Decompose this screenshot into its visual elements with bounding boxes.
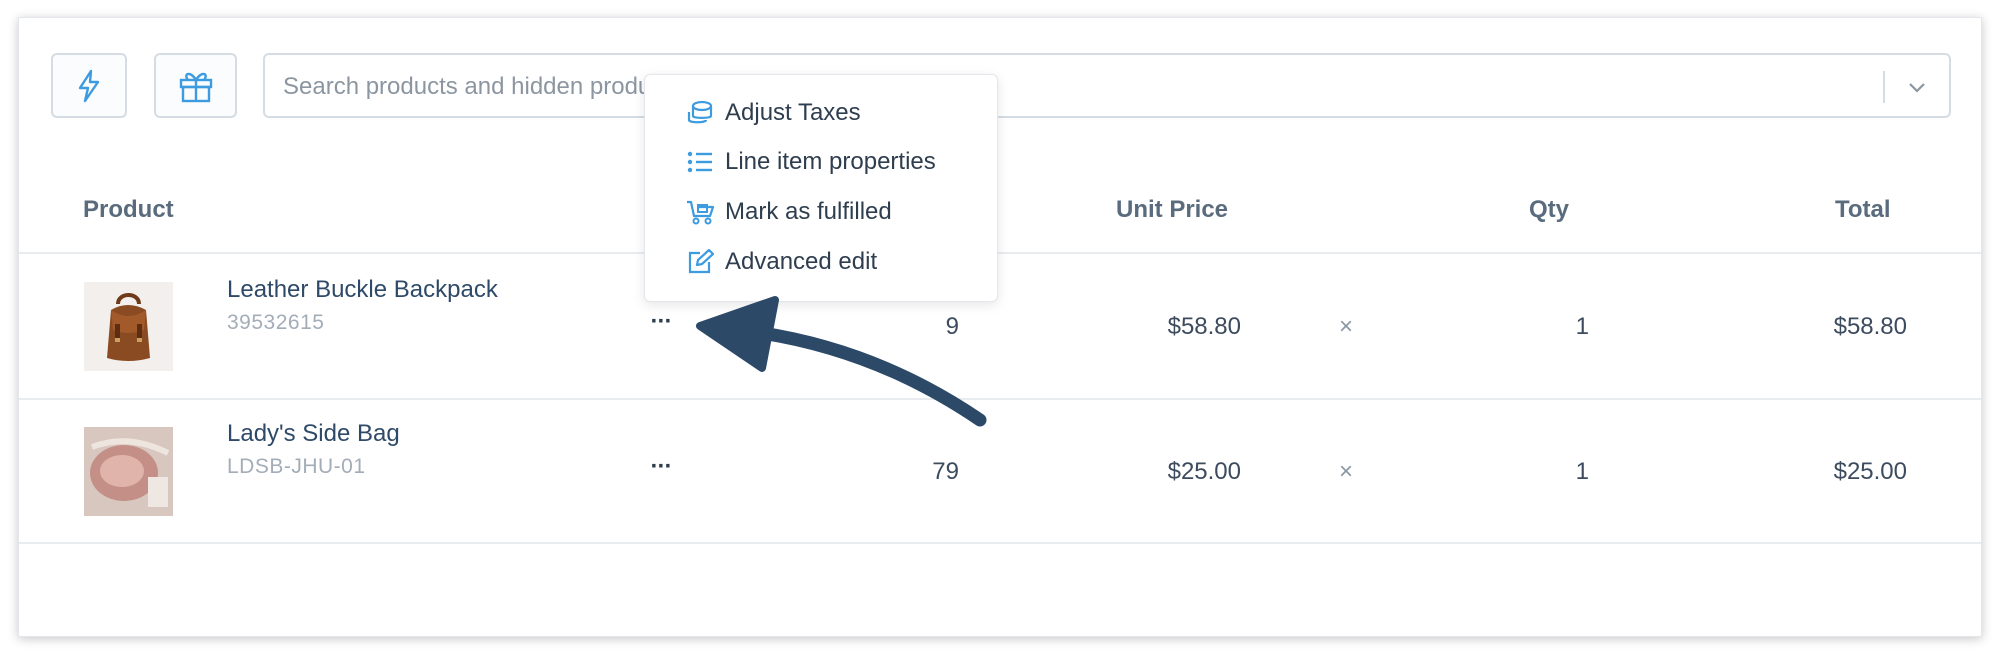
product-thumbnail[interactable] bbox=[84, 427, 173, 516]
product-sku: 39532615 bbox=[227, 311, 325, 334]
multiply-sign: × bbox=[1339, 313, 1354, 340]
product-name-link[interactable]: Lady's Side Bag bbox=[227, 420, 400, 448]
menu-item-label: Adjust Taxes bbox=[725, 99, 861, 126]
column-header-unit-price: Unit Price bbox=[1116, 196, 1229, 223]
coins-icon bbox=[687, 100, 713, 124]
line-total: $25.00 bbox=[1833, 458, 1907, 485]
column-header-qty: Qty bbox=[1529, 196, 1570, 223]
row-divider bbox=[19, 398, 1981, 400]
stock-count: 79 bbox=[932, 458, 959, 485]
side-bag-image bbox=[84, 427, 173, 516]
search-input[interactable] bbox=[281, 55, 1865, 118]
menu-item-mark-as-fulfilled[interactable]: Mark as fulfilled bbox=[685, 190, 892, 234]
gift-button[interactable] bbox=[154, 53, 237, 118]
menu-item-line-item-properties[interactable]: Line item properties bbox=[685, 140, 936, 184]
gift-icon bbox=[179, 72, 212, 102]
header-divider bbox=[19, 252, 1981, 254]
unit-price: $58.80 bbox=[1167, 313, 1241, 340]
multiply-sign: × bbox=[1339, 458, 1354, 485]
menu-item-label: Line item properties bbox=[725, 148, 936, 175]
quantity[interactable]: 1 bbox=[1549, 313, 1589, 341]
backpack-image bbox=[84, 282, 173, 371]
search-divider bbox=[1883, 71, 1885, 103]
product-search[interactable] bbox=[263, 53, 1951, 118]
product-sku: LDSB-JHU-01 bbox=[227, 455, 366, 478]
menu-item-label: Mark as fulfilled bbox=[725, 198, 892, 225]
column-header-product: Product bbox=[83, 196, 174, 223]
lightning-icon bbox=[78, 69, 100, 102]
edit-icon bbox=[688, 248, 714, 274]
product-name-link[interactable]: Leather Buckle Backpack bbox=[227, 276, 498, 304]
more-actions-button[interactable]: ··· bbox=[641, 308, 681, 336]
product-thumbnail[interactable] bbox=[84, 282, 173, 371]
line-total: $58.80 bbox=[1833, 313, 1907, 340]
line-item-actions-menu: Adjust Taxes Line item properties Mark a… bbox=[644, 74, 998, 302]
truck-icon bbox=[687, 200, 715, 225]
quick-action-button[interactable] bbox=[51, 53, 127, 118]
chevron-down-icon[interactable] bbox=[1903, 73, 1931, 101]
menu-item-advanced-edit[interactable]: Advanced edit bbox=[685, 240, 877, 284]
stock-count: 9 bbox=[945, 313, 959, 340]
menu-item-label: Advanced edit bbox=[725, 248, 878, 275]
list-icon bbox=[687, 151, 712, 173]
row-divider bbox=[19, 542, 1981, 544]
quantity[interactable]: 1 bbox=[1549, 458, 1589, 486]
column-header-total: Total bbox=[1835, 196, 1891, 223]
menu-item-adjust-taxes[interactable]: Adjust Taxes bbox=[685, 91, 861, 135]
unit-price: $25.00 bbox=[1167, 458, 1241, 485]
more-actions-button[interactable]: ··· bbox=[641, 453, 681, 481]
order-card: Product Unit Price Qty Total Leather Buc… bbox=[18, 17, 1982, 637]
